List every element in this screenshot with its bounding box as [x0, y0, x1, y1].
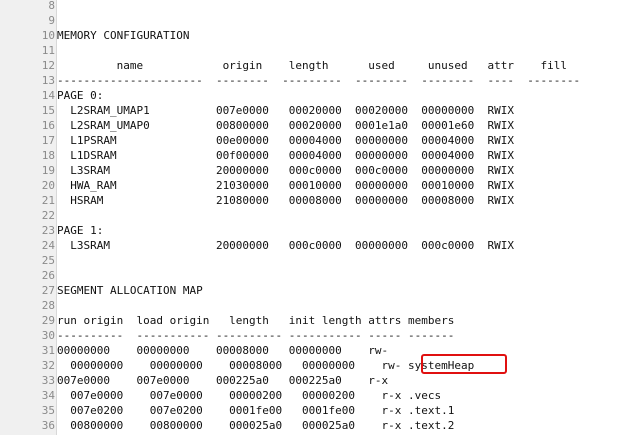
- code-line: 8: [0, 0, 635, 13]
- line-number: 34: [41, 389, 55, 402]
- line-text: 00000000 00000000 00008000 00000000 rw-: [57, 344, 389, 357]
- line-number: 25: [41, 254, 55, 267]
- code-line: 27 SEGMENT ALLOCATION MAP: [0, 283, 635, 298]
- line-number: 11: [41, 44, 55, 57]
- line-text: 007e0000 007e0000 000225a0 000225a0 r-x: [57, 374, 389, 387]
- code-line: 21 HSRAM 21080000 00008000 00000000 0000…: [0, 193, 635, 208]
- code-line: 23 PAGE 1:: [0, 223, 635, 238]
- code-line: 9: [0, 13, 635, 28]
- code-line: 32 00000000 00000000 00008000 00000000 r…: [0, 358, 635, 373]
- code-line: 16 L2SRAM_UMAP0 00800000 00020000 0001e1…: [0, 118, 635, 133]
- line-text: HSRAM 21080000 00008000 00000000 0000800…: [57, 194, 514, 207]
- code-line: 15 L2SRAM_UMAP1 007e0000 00020000 000200…: [0, 103, 635, 118]
- code-line: 13 ---------------------- -------- ------…: [0, 73, 635, 88]
- line-number: 30: [41, 329, 55, 342]
- code-line: 22: [0, 208, 635, 223]
- line-number: 13: [41, 74, 55, 87]
- line-number: 22: [41, 209, 55, 222]
- code-line: 33 007e0000 007e0000 000225a0 000225a0 r-…: [0, 373, 635, 388]
- line-text: run origin load origin length init lengt…: [57, 314, 455, 327]
- line-text: L2SRAM_UMAP1 007e0000 00020000 00020000 …: [57, 104, 514, 117]
- code-line: 25: [0, 253, 635, 268]
- line-number: 21: [41, 194, 55, 207]
- line-text: ---------------------- -------- --------…: [57, 74, 581, 87]
- code-line: 28: [0, 298, 635, 313]
- line-number: 12: [41, 59, 55, 72]
- line-number: 26: [41, 269, 55, 282]
- line-number: 33: [41, 374, 55, 387]
- line-number: 15: [41, 104, 55, 117]
- code-editor[interactable]: 8 9 10 MEMORY CONFIGURATION 11 12 name origin…: [0, 0, 635, 435]
- code-line: 30 ---------- ----------- ---------- ----…: [0, 328, 635, 343]
- code-line: 20 HWA_RAM 21030000 00010000 00000000 00…: [0, 178, 635, 193]
- line-text: L2SRAM_UMAP0 00800000 00020000 0001e1a0 …: [57, 119, 514, 132]
- line-number: 35: [41, 404, 55, 417]
- code-line: 34 007e0000 007e0000 00000200 00000200 r…: [0, 388, 635, 403]
- code-line: 35 007e0200 007e0200 0001fe00 0001fe00 r…: [0, 403, 635, 418]
- line-number: 8: [48, 0, 55, 12]
- code-line: 12 name origin length used unused attr f…: [0, 58, 635, 73]
- line-text: 00800000 00800000 000025a0 000025a0 r-x …: [57, 419, 455, 432]
- line-number: 18: [41, 149, 55, 162]
- line-number: 20: [41, 179, 55, 192]
- vertical-scrollbar[interactable]: [631, 0, 635, 435]
- line-number: 27: [41, 284, 55, 297]
- code-line: 14 PAGE 0:: [0, 88, 635, 103]
- line-text: 007e0200 007e0200 0001fe00 0001fe00 r-x …: [57, 404, 455, 417]
- code-line: 18 L1DSRAM 00f00000 00004000 00000000 00…: [0, 148, 635, 163]
- line-text: name origin length used unused attr fill: [57, 59, 567, 72]
- line-number: 10: [41, 29, 55, 42]
- line-text: L3SRAM 20000000 000c0000 000c0000 000000…: [57, 164, 514, 177]
- line-text: SEGMENT ALLOCATION MAP: [57, 284, 203, 297]
- line-text: 00000000 00000000 00008000 00000000 rw- …: [57, 359, 475, 372]
- code-line: 36 00800000 00800000 000025a0 000025a0 r…: [0, 418, 635, 433]
- line-text: L3SRAM 20000000 000c0000 00000000 000c00…: [57, 239, 514, 252]
- code-line: 10 MEMORY CONFIGURATION: [0, 28, 635, 43]
- line-number: 9: [48, 14, 55, 27]
- code-line: 11: [0, 43, 635, 58]
- code-line: 24 L3SRAM 20000000 000c0000 00000000 000…: [0, 238, 635, 253]
- line-text: L1DSRAM 00f00000 00004000 00000000 00004…: [57, 149, 514, 162]
- line-number: 28: [41, 299, 55, 312]
- code-line: 31 00000000 00000000 00008000 00000000 rw…: [0, 343, 635, 358]
- line-number: 32: [41, 359, 55, 372]
- line-number: 29: [41, 314, 55, 327]
- line-number: 23: [41, 224, 55, 237]
- line-text: ---------- ----------- ---------- ------…: [57, 329, 455, 342]
- line-number: 19: [41, 164, 55, 177]
- line-text: HWA_RAM 21030000 00010000 00000000 00010…: [57, 179, 514, 192]
- line-number: 17: [41, 134, 55, 147]
- line-text: MEMORY CONFIGURATION: [57, 29, 190, 42]
- line-number: 36: [41, 419, 55, 432]
- line-number: 31: [41, 344, 55, 357]
- line-number: 24: [41, 239, 55, 252]
- line-number: 16: [41, 119, 55, 132]
- code-line: 17 L1PSRAM 00e00000 00004000 00000000 00…: [0, 133, 635, 148]
- code-line: 26: [0, 268, 635, 283]
- code-line: 29 run origin load origin length init len…: [0, 313, 635, 328]
- line-text: L1PSRAM 00e00000 00004000 00000000 00004…: [57, 134, 514, 147]
- line-number: 14: [41, 89, 55, 102]
- line-text: 007e0000 007e0000 00000200 00000200 r-x …: [57, 389, 442, 402]
- line-text: PAGE 1:: [57, 224, 104, 237]
- code-line: 19 L3SRAM 20000000 000c0000 000c0000 000…: [0, 163, 635, 178]
- line-text: PAGE 0:: [57, 89, 104, 102]
